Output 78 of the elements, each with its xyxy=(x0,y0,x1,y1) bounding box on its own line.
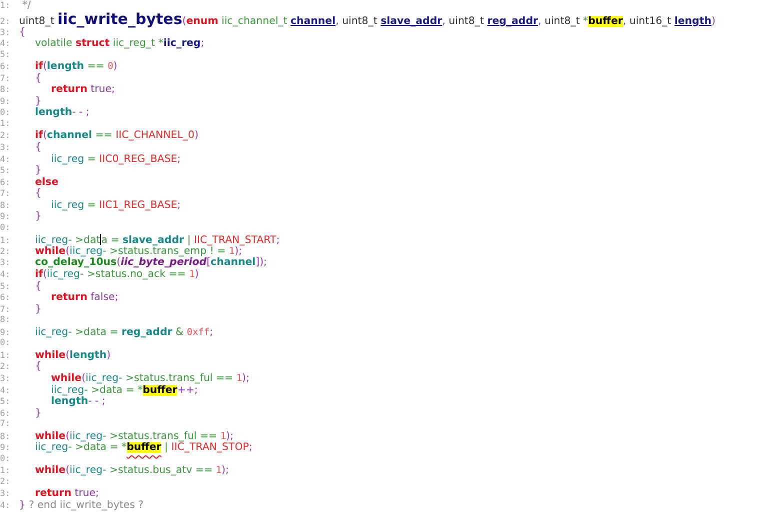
line-number: 3: xyxy=(0,374,12,386)
line-number: 5: xyxy=(0,166,12,178)
line-number: 6: xyxy=(0,293,12,305)
code-line: } xyxy=(35,304,42,316)
line-number: 2: xyxy=(0,246,12,258)
line-number: 4: xyxy=(0,270,12,282)
code-line: iic_reg = IIC1_REG_BASE; xyxy=(51,200,181,212)
line-number: 7: xyxy=(0,419,12,431)
code-line: else xyxy=(35,176,58,188)
line-number: 0: xyxy=(0,338,12,350)
code-line: while(length) xyxy=(35,350,111,361)
code-line: co_delay_10us(iic_byte_period[channel]); xyxy=(35,257,267,269)
line-number: 0: xyxy=(0,108,12,120)
code-line: } xyxy=(35,165,42,177)
line-number: 5: xyxy=(0,282,12,294)
line-number: 6: xyxy=(0,408,12,420)
line-number: 6: xyxy=(0,62,12,74)
code-line: if(length == 0) xyxy=(35,61,118,73)
line-number: 9: xyxy=(0,443,12,454)
code-line: { xyxy=(35,361,42,373)
line-number: 8: xyxy=(0,85,12,97)
line-number: 4: xyxy=(0,39,12,50)
code-line: } xyxy=(35,96,42,107)
code-line: { xyxy=(35,280,42,292)
code-line: while(iic_reg- >status.trans_ful == 1); xyxy=(51,372,250,384)
line-number: 3: xyxy=(0,28,12,40)
line-number: 5: xyxy=(0,397,12,409)
code-line: { xyxy=(35,72,42,84)
line-number: 2: xyxy=(0,16,12,28)
line-number: 3: xyxy=(0,489,12,501)
code-line: } xyxy=(35,211,42,223)
line-number: 3: xyxy=(0,258,12,270)
line-number: 7: xyxy=(0,304,12,316)
line-number: 4: xyxy=(0,500,12,513)
code-line: iic_reg- >data = slave_addr | IIC_TRAN_START; xyxy=(35,234,280,246)
line-number: 2: xyxy=(0,476,12,488)
line-number: 4: xyxy=(0,386,12,398)
code-line: if(channel == IIC_CHANNEL_0) xyxy=(35,130,198,142)
line-number: 0: xyxy=(0,454,12,466)
code-line: { xyxy=(19,26,26,38)
code-line: } ? end iic_write_bytes ? xyxy=(19,500,144,512)
code-line: while(iic_reg- >status.bus_atv == 1); xyxy=(35,465,229,477)
line-number: 9: xyxy=(0,212,12,224)
line-number: 2: xyxy=(0,362,12,374)
code-line: length- - ; xyxy=(35,107,90,119)
line-number: 1: xyxy=(0,466,12,478)
line-number: 6: xyxy=(0,178,12,190)
line-number: 7: xyxy=(0,189,12,201)
code-line: length- - ; xyxy=(51,396,106,408)
line-number: 5: xyxy=(0,50,12,62)
code-line: if(iic_reg- >status.no_ack == 1) xyxy=(35,269,199,281)
code-line: volatile struct iic_reg_t *iic_reg; xyxy=(35,38,204,50)
line-number: 9: xyxy=(0,328,12,338)
line-number: 8: xyxy=(0,200,12,212)
line-number: 1: xyxy=(0,236,12,248)
line-number: 4: xyxy=(0,154,12,166)
code-line: iic_reg = IIC0_REG_BASE; xyxy=(51,154,181,166)
line-number: 1: xyxy=(0,118,12,130)
code-line: */ xyxy=(21,0,31,12)
code-line: { xyxy=(35,188,42,200)
code-line: while(iic_reg- >status.trans_ful == 1); xyxy=(35,430,234,442)
code-line: iic_reg- >data = reg_addr & 0xff; xyxy=(35,326,214,338)
line-number: 8: xyxy=(0,432,12,444)
line-number: 9: xyxy=(0,96,12,108)
code-line: } xyxy=(35,408,42,420)
code-line: return true; xyxy=(51,84,115,96)
line-number: 1: xyxy=(0,1,12,13)
line-number: 0: xyxy=(0,222,12,234)
line-number: 1: xyxy=(0,350,12,362)
code-line: return false; xyxy=(51,292,118,304)
code-line: uint8_t iic_write_bytes(enum iic_channel_t channel, uint8_t slave_addr, uint8_t reg_addr, uint8_t *buffer, uint16_t length) xyxy=(19,12,716,28)
code-line: while(iic_reg- >status.trans_emp ! = 1); xyxy=(35,246,242,258)
code-line: { xyxy=(35,142,42,154)
line-number: 8: xyxy=(0,315,12,327)
line-number: 7: xyxy=(0,74,12,86)
line-number: 3: xyxy=(0,143,12,155)
code-line: return true; xyxy=(35,488,99,500)
line-number: 2: xyxy=(0,131,12,144)
